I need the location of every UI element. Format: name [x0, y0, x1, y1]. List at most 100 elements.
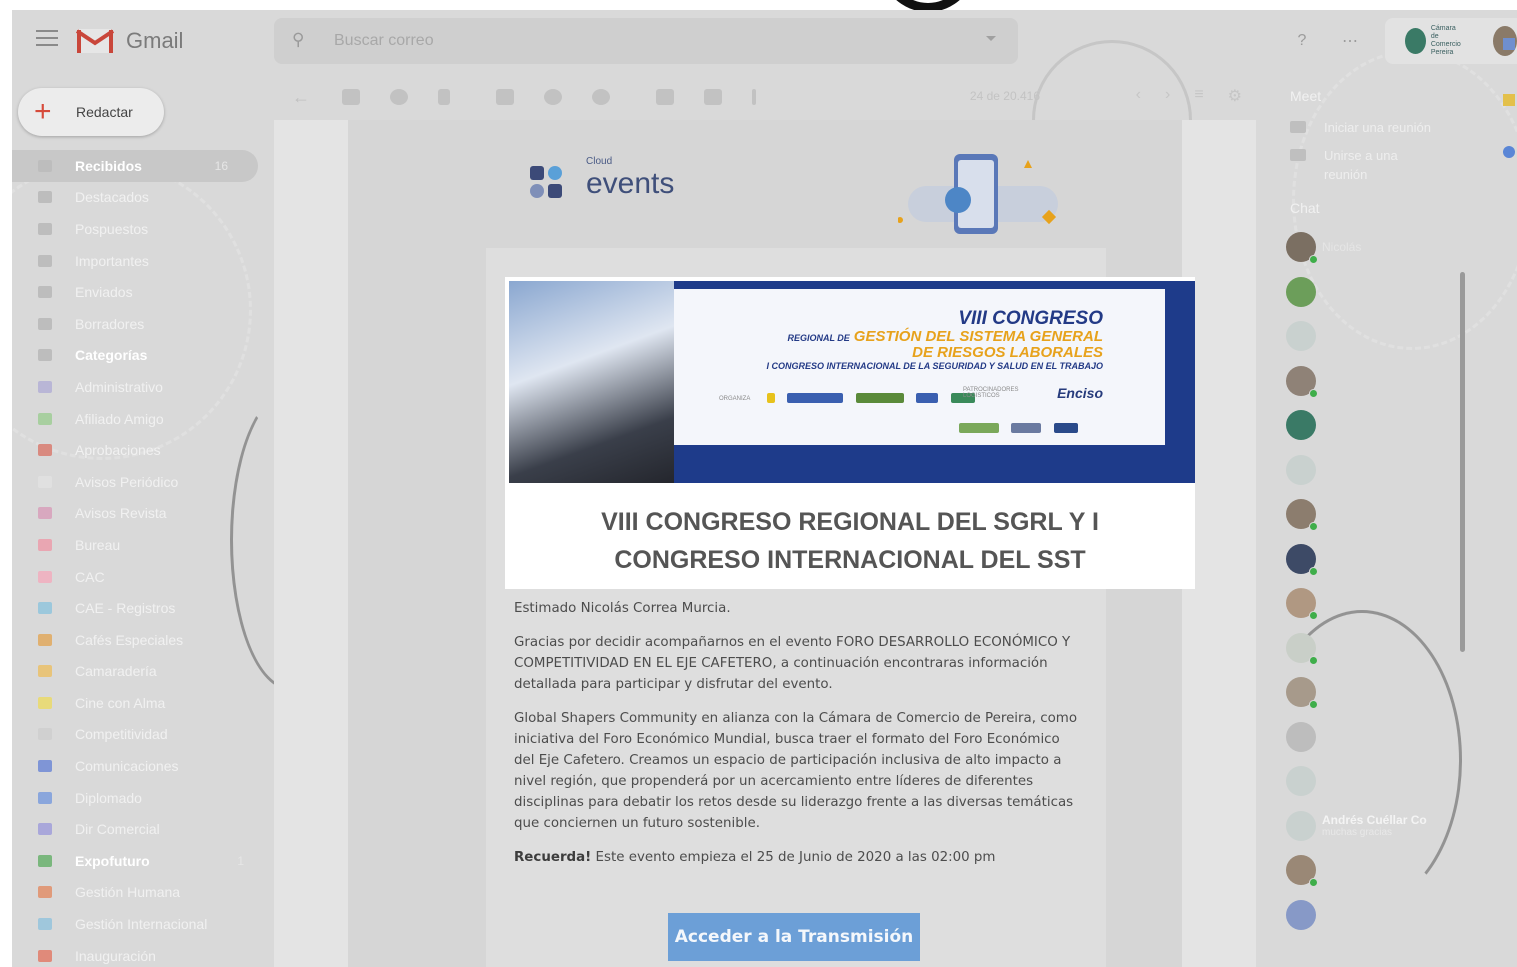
search-input[interactable] [334, 32, 934, 50]
sidebar-item[interactable]: Destacados [12, 182, 274, 214]
mark-unread-icon[interactable] [496, 89, 514, 105]
chat-contact[interactable] [1286, 365, 1486, 398]
chat-contact[interactable] [1286, 899, 1486, 930]
label-color-icon [38, 475, 52, 488]
move-to-icon[interactable] [656, 89, 674, 105]
chat-contact[interactable] [1286, 766, 1486, 796]
sidebar-item[interactable]: Enviados [12, 276, 274, 308]
sidebar-item[interactable]: Expofuturo 1 [12, 845, 274, 877]
label-color-icon [38, 380, 52, 393]
keep-icon[interactable] [1503, 94, 1515, 106]
sidebar-item-label: CAE - Registros [75, 600, 176, 617]
main-menu-icon[interactable] [36, 30, 58, 48]
avatar [1286, 899, 1316, 930]
chat-contact[interactable] [1286, 499, 1486, 531]
gmail-window: Gmail ⚲ ? ⋯ Cámara de Comercio Pereira +… [12, 10, 1517, 967]
sidebar-item[interactable]: Competitividad [12, 719, 274, 751]
sidebar-item[interactable]: Afiliado Amigo [12, 403, 274, 435]
sidebar-item[interactable]: Dir Comercial [12, 813, 274, 845]
online-status-icon [1309, 388, 1318, 398]
sidebar-item[interactable]: Importantes [12, 245, 274, 277]
addons-strip [1503, 38, 1517, 178]
snooze-icon[interactable] [544, 89, 562, 105]
organization-badge[interactable]: Cámara de Comercio Pereira [1385, 18, 1517, 64]
sidebar-item[interactable]: Pospuestos [12, 213, 274, 245]
label-color-icon [38, 570, 52, 583]
chat-contact[interactable] [1286, 276, 1486, 307]
sidebar-item[interactable]: Cafés Especiales [12, 624, 274, 656]
label-color-icon [38, 444, 52, 457]
chat-scrollbar[interactable] [1460, 272, 1465, 652]
sidebar-item[interactable]: Categorías [12, 340, 274, 372]
sidebar-item[interactable]: Gestión Humana [12, 877, 274, 909]
more-options-icon[interactable] [752, 89, 756, 105]
avatar [1286, 543, 1318, 576]
sidebar-item[interactable]: Borradores [12, 308, 274, 340]
cloud-events-logo: Cloud events [526, 156, 674, 208]
label-color-icon [38, 886, 52, 899]
sidebar-item[interactable]: Avisos Revista [12, 498, 274, 530]
chat-contact[interactable]: Nicolás [1286, 232, 1486, 264]
label-icon[interactable] [704, 89, 722, 105]
input-tools-icon[interactable]: ≡ [1194, 86, 1203, 106]
settings-gear-icon[interactable]: ⚙ [1228, 86, 1242, 106]
chat-contact[interactable] [1286, 543, 1486, 576]
avatar [1286, 321, 1316, 351]
search-icon[interactable]: ⚲ [292, 30, 314, 52]
label-color-icon [38, 412, 52, 425]
older-chevron-icon[interactable]: › [1165, 86, 1170, 106]
folder-icon [38, 159, 52, 172]
banner-title-line3: DE RIESGOS LABORALES [912, 344, 1103, 361]
sidebar-item[interactable]: Cine con Alma [12, 687, 274, 719]
join-meeting-label: Unirse a una reunión [1324, 148, 1398, 182]
gmail-logo[interactable]: Gmail [76, 24, 183, 58]
event-heading-line2: CONGRESO INTERNACIONAL DEL SST [614, 546, 1086, 574]
chat-contact[interactable] [1286, 454, 1486, 485]
sidebar-item[interactable]: Administrativo [12, 371, 274, 403]
report-spam-icon[interactable] [390, 89, 408, 105]
sidebar-item[interactable]: CAC [12, 561, 274, 593]
start-meeting-link[interactable]: Iniciar una reunión [1290, 118, 1464, 137]
chat-contact[interactable] [1286, 855, 1486, 887]
calendar-icon[interactable] [1503, 38, 1515, 50]
chat-contact[interactable] [1286, 588, 1486, 620]
chat-contact[interactable] [1286, 677, 1486, 709]
chat-contact[interactable] [1286, 321, 1486, 351]
add-task-icon[interactable] [592, 89, 610, 105]
back-arrow-icon[interactable]: ← [292, 88, 312, 106]
sidebar-item[interactable]: Camaradería [12, 656, 274, 688]
chat-contact[interactable]: Andrés Cuéllar Co muchas gracias [1286, 810, 1486, 841]
organization-name: Cámara de Comercio Pereira [1430, 25, 1461, 56]
join-meeting-link[interactable]: Unirse a una reunión [1290, 146, 1424, 184]
sidebar-item[interactable]: Bureau [12, 529, 274, 561]
folder-icon [38, 317, 52, 330]
sidebar-item[interactable]: Diplomado [12, 782, 274, 814]
delete-icon[interactable] [438, 89, 450, 105]
event-heading: VIII CONGRESO REGIONAL DEL SGRL Y I CONG… [505, 503, 1195, 579]
sidebar-item[interactable]: Inauguración [12, 940, 274, 967]
search-bar[interactable]: ⚲ [274, 18, 1018, 64]
sidebar-item-label: Bureau [75, 536, 121, 553]
label-color-icon [38, 602, 52, 615]
sidebar-item[interactable]: Recibidos 16 [12, 150, 258, 182]
banner-image: VIII CONGRESO REGIONAL DE GESTIÓN DEL SIS… [509, 281, 1195, 483]
sidebar-item[interactable]: Aprobaciones [12, 434, 274, 466]
avatar [1286, 499, 1318, 531]
avatar [1286, 632, 1318, 665]
gmail-m-icon [76, 29, 114, 53]
apps-grid-icon[interactable]: ⋯ [1337, 28, 1363, 54]
chat-contact[interactable] [1286, 721, 1486, 752]
sidebar-item[interactable]: Avisos Periódico [12, 466, 274, 498]
access-stream-button[interactable]: Acceder a la Transmisión [668, 913, 920, 961]
chat-contact[interactable] [1286, 632, 1486, 665]
chat-contact[interactable] [1286, 410, 1486, 440]
search-options-icon[interactable] [986, 36, 996, 41]
sidebar-item[interactable]: CAE - Registros [12, 592, 274, 624]
sidebar-item[interactable]: Comunicaciones [12, 750, 274, 782]
help-icon[interactable]: ? [1289, 28, 1315, 54]
archive-icon[interactable] [342, 89, 360, 105]
compose-button[interactable]: + Redactar [18, 88, 164, 136]
newer-chevron-icon[interactable]: ‹ [1136, 86, 1141, 106]
tasks-icon[interactable] [1503, 146, 1515, 158]
sidebar-item[interactable]: Gestión Internacional [12, 908, 274, 940]
